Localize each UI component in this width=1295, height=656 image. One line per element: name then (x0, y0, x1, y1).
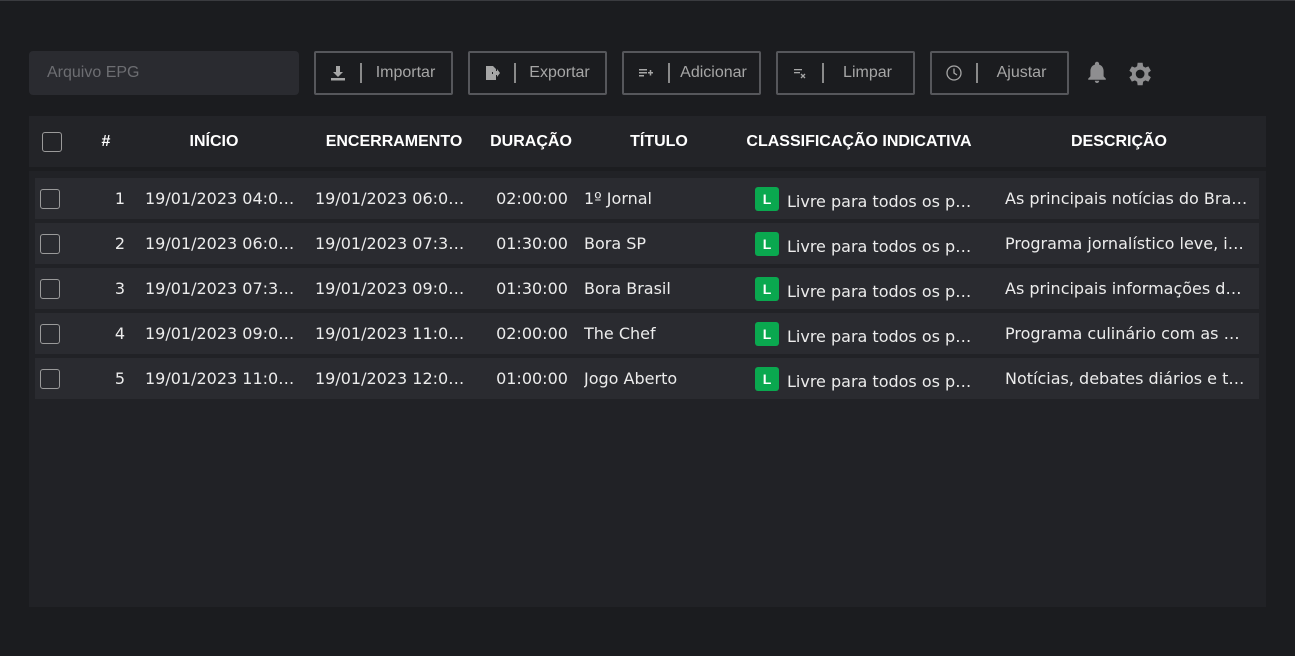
header-start[interactable]: INÍCIO (144, 116, 284, 167)
row-duration: 02:00:00 (496, 189, 568, 208)
table-row[interactable]: 1 19/01/2023 04:00:00 19/01/2023 06:00:0… (35, 178, 1259, 219)
row-duration: 01:30:00 (496, 279, 568, 298)
row-checkbox[interactable] (40, 279, 60, 299)
export-label: Exportar (529, 64, 590, 81)
row-end: 19/01/2023 12:00:00 (315, 369, 471, 388)
row-num: 2 (114, 234, 125, 253)
adjust-button[interactable]: Ajustar (930, 51, 1069, 95)
clear-list-icon (778, 65, 822, 81)
add-button[interactable]: Adicionar (622, 51, 761, 95)
header-duration[interactable]: DURAÇÃO (484, 116, 578, 167)
rating-badge: L (755, 232, 779, 256)
row-title: Jogo Aberto (584, 369, 678, 388)
header-end[interactable]: ENCERRAMENTO (314, 116, 474, 167)
row-checkbox[interactable] (40, 369, 60, 389)
row-description: Programa jornalístico leve, informativo … (1005, 234, 1251, 253)
header-title[interactable]: TÍTULO (599, 116, 719, 167)
export-button[interactable]: Exportar (468, 51, 607, 95)
header-num[interactable]: # (89, 116, 123, 167)
table-row[interactable]: 5 19/01/2023 11:00:00 19/01/2023 12:00:0… (35, 358, 1259, 399)
gear-icon[interactable] (1124, 59, 1154, 89)
row-description: Notícias, debates diários e tudo sobre e… (1005, 369, 1251, 388)
row-checkbox[interactable] (40, 234, 60, 254)
row-end: 19/01/2023 09:00:00 (315, 279, 471, 298)
row-start: 19/01/2023 06:00:00 (145, 234, 301, 253)
row-title: 1º Jornal (584, 189, 652, 208)
row-end: 19/01/2023 07:30:00 (315, 234, 471, 253)
add-label: Adicionar (680, 64, 747, 81)
file-export-icon (470, 65, 514, 81)
select-all-checkbox[interactable] (42, 132, 62, 152)
table-row[interactable]: 2 19/01/2023 06:00:00 19/01/2023 07:30:0… (35, 223, 1259, 264)
row-num: 4 (114, 324, 125, 343)
row-title: Bora Brasil (584, 279, 671, 298)
row-num: 5 (114, 369, 125, 388)
row-num: 3 (114, 279, 125, 298)
clock-icon (932, 64, 976, 82)
rating-badge: L (755, 187, 779, 211)
playlist-add-icon (624, 65, 668, 81)
row-start: 19/01/2023 11:00:00 (145, 369, 301, 388)
rating-badge: L (755, 367, 779, 391)
row-num: 1 (114, 189, 125, 208)
row-rating: Livre para todos os públicos (787, 192, 979, 211)
row-start: 19/01/2023 09:00:00 (145, 324, 301, 343)
rating-badge: L (755, 322, 779, 346)
epg-table: # INÍCIO ENCERRAMENTO DURAÇÃO TÍTULO CLA… (29, 116, 1266, 607)
header-description[interactable]: DESCRIÇÃO (1009, 116, 1229, 167)
row-duration: 02:00:00 (496, 324, 568, 343)
row-title: Bora SP (584, 234, 647, 253)
row-duration: 01:00:00 (496, 369, 568, 388)
table-row[interactable]: 3 19/01/2023 07:30:00 19/01/2023 09:00:0… (35, 268, 1259, 309)
row-start: 19/01/2023 07:30:00 (145, 279, 301, 298)
table-header: # INÍCIO ENCERRAMENTO DURAÇÃO TÍTULO CLA… (29, 116, 1266, 171)
row-rating: Livre para todos os públicos (787, 327, 979, 346)
row-title: The Chef (584, 324, 656, 343)
row-rating: Livre para todos os públicos (787, 237, 979, 256)
row-checkbox[interactable] (40, 189, 60, 209)
row-description: As principais informações do dia (1005, 279, 1251, 298)
header-rating[interactable]: CLASSIFICAÇÃO INDICATIVA (741, 116, 977, 167)
clear-button[interactable]: Limpar (776, 51, 915, 95)
clear-label: Limpar (843, 64, 892, 81)
row-end: 19/01/2023 11:00:00 (315, 324, 471, 343)
import-button[interactable]: Importar (314, 51, 453, 95)
table-row[interactable]: 4 19/01/2023 09:00:00 19/01/2023 11:00:0… (35, 313, 1259, 354)
row-description: Programa culinário com as melhores recei… (1005, 324, 1251, 343)
epg-file-input[interactable] (29, 51, 299, 95)
row-rating: Livre para todos os públicos (787, 372, 979, 391)
row-duration: 01:30:00 (496, 234, 568, 253)
row-start: 19/01/2023 04:00:00 (145, 189, 301, 208)
adjust-label: Ajustar (996, 64, 1047, 81)
row-description: As principais notícias do Brasil e do mu… (1005, 189, 1251, 208)
toolbar: Importar Exportar Adicionar Limpar Ajust… (29, 51, 1269, 95)
row-end: 19/01/2023 06:00:00 (315, 189, 471, 208)
row-rating: Livre para todos os públicos (787, 282, 979, 301)
row-checkbox[interactable] (40, 324, 60, 344)
rating-badge: L (755, 277, 779, 301)
bell-icon[interactable] (1085, 61, 1109, 85)
download-icon (316, 65, 360, 81)
import-label: Importar (375, 64, 436, 81)
